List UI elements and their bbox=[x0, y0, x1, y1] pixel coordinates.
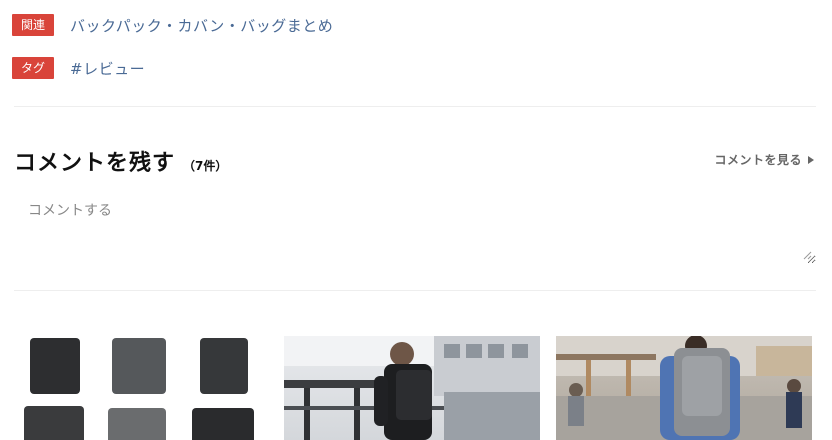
view-comments-link[interactable]: コメントを見る bbox=[714, 151, 814, 168]
photo-station bbox=[284, 336, 540, 440]
related-row: 関連 バックパック・カバン・バッグまとめ bbox=[12, 14, 333, 36]
tag-badge: タグ bbox=[12, 57, 54, 79]
photo-street bbox=[556, 336, 812, 440]
tag-link[interactable]: #レビュー bbox=[70, 58, 145, 79]
divider bbox=[14, 106, 816, 107]
chevron-right-icon bbox=[808, 155, 814, 164]
thumbnail-man-street[interactable] bbox=[556, 336, 812, 440]
comment-title: コメントを残す bbox=[14, 151, 176, 176]
related-badge: 関連 bbox=[12, 14, 54, 36]
comment-input[interactable] bbox=[14, 188, 816, 264]
comment-count: （7件） bbox=[183, 159, 228, 173]
thumbnail-backpack-grid[interactable] bbox=[14, 336, 268, 440]
thumbnail-man-station[interactable] bbox=[284, 336, 540, 440]
divider bbox=[14, 290, 816, 291]
related-link[interactable]: バックパック・カバン・バッグまとめ bbox=[70, 15, 333, 36]
tag-row: タグ #レビュー bbox=[12, 57, 145, 79]
view-comments-label: コメントを見る bbox=[714, 153, 802, 167]
comment-section-heading: コメントを残す （7件） bbox=[14, 145, 227, 177]
resize-grip-icon[interactable] bbox=[802, 250, 812, 260]
